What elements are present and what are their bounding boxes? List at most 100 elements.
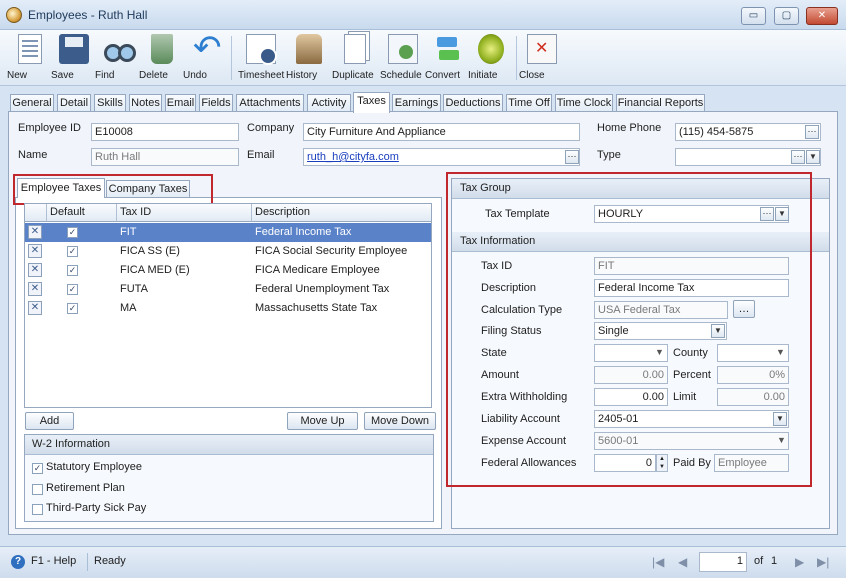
table-row[interactable]: ✕ ✓ FICA SS (E) FICA Social Security Emp… [25, 242, 431, 261]
save-button[interactable]: Save [51, 32, 97, 84]
company-label: Company [247, 122, 295, 134]
tab-time-off[interactable]: Time Off [506, 94, 552, 112]
find-icon [103, 34, 136, 64]
grid-header-description[interactable]: Description [252, 204, 431, 222]
default-checkbox[interactable]: ✓ [67, 246, 78, 257]
default-checkbox[interactable]: ✓ [67, 303, 78, 314]
new-icon [18, 34, 42, 64]
remove-row-icon[interactable]: ✕ [28, 225, 42, 239]
statutory-employee-label: Statutory Employee [46, 461, 142, 473]
tab-detail[interactable]: Detail [57, 94, 91, 112]
page-of-label: of [754, 555, 764, 567]
help-icon[interactable]: ? [11, 555, 25, 569]
company-field[interactable]: City Furniture And Appliance [303, 123, 580, 141]
page-number-field[interactable]: 1 [699, 552, 747, 572]
type-dropdown-icon[interactable]: ▼ [806, 150, 820, 164]
delete-button[interactable]: Delete [139, 32, 185, 84]
add-button[interactable]: Add [25, 412, 74, 430]
type-label: Type [597, 149, 621, 161]
employee-tax-grid: Default Tax ID Description ✕ ✓ FIT Feder… [24, 203, 432, 408]
remove-row-icon[interactable]: ✕ [28, 301, 42, 315]
tab-notes[interactable]: Notes [129, 94, 162, 112]
email-field[interactable]: ruth_h@cityfa.com [303, 148, 580, 166]
convert-button[interactable]: Convert [425, 32, 471, 84]
tax-id-cell: FIT [120, 226, 137, 238]
home-phone-label: Home Phone [597, 122, 662, 134]
tab-fields[interactable]: Fields [199, 94, 233, 112]
remove-row-icon[interactable]: ✕ [28, 263, 42, 277]
email-ellipsis-button[interactable]: ··· [565, 150, 579, 164]
description-cell: FICA Medicare Employee [255, 264, 380, 276]
retirement-plan-checkbox[interactable] [32, 484, 43, 495]
tab-skills[interactable]: Skills [94, 94, 126, 112]
third-party-sick-pay-checkbox[interactable] [32, 504, 43, 515]
tax-id-cell: MA [120, 302, 137, 314]
history-icon [296, 34, 322, 64]
new-button[interactable]: New [7, 32, 53, 84]
table-row[interactable]: ✕ ✓ MA Massachusetts State Tax [25, 299, 431, 318]
move-down-button[interactable]: Move Down [364, 412, 436, 430]
status-separator [87, 553, 88, 571]
table-row[interactable]: ✕ ✓ FIT Federal Income Tax [25, 223, 431, 242]
save-icon [59, 34, 89, 64]
grid-header-tax-id[interactable]: Tax ID [117, 204, 252, 222]
close-button[interactable]: Close [519, 32, 565, 84]
tab-general[interactable]: General [10, 94, 54, 112]
initiate-button[interactable]: Initiate [468, 32, 514, 84]
move-up-button[interactable]: Move Up [287, 412, 358, 430]
schedule-icon [388, 34, 418, 64]
window-title: Employees - Ruth Hall [28, 8, 148, 22]
previous-page-icon[interactable]: ◀ [678, 555, 687, 569]
tab-financial-reports[interactable]: Financial Reports [616, 94, 705, 112]
window-close-button[interactable]: ✕ [806, 7, 838, 25]
help-label[interactable]: F1 - Help [31, 555, 76, 567]
subtab-employee-taxes[interactable]: Employee Taxes [17, 178, 105, 198]
tab-activity[interactable]: Activity [307, 94, 351, 112]
tab-email[interactable]: Email [165, 94, 196, 112]
tab-attachments[interactable]: Attachments [236, 94, 304, 112]
tab-taxes[interactable]: Taxes [353, 92, 390, 113]
default-checkbox[interactable]: ✓ [67, 284, 78, 295]
last-page-icon[interactable]: ▶| [817, 555, 829, 569]
tab-earnings[interactable]: Earnings [392, 94, 441, 112]
type-ellipsis-button[interactable]: ··· [791, 150, 805, 164]
tax-id-cell: FUTA [120, 283, 148, 295]
remove-row-icon[interactable]: ✕ [28, 244, 42, 258]
description-cell: Federal Unemployment Tax [255, 283, 390, 295]
retirement-plan-label: Retirement Plan [46, 482, 125, 494]
third-party-sick-pay-label: Third-Party Sick Pay [46, 502, 147, 514]
first-page-icon[interactable]: |◀ [652, 555, 664, 569]
employee-id-field[interactable]: E10008 [91, 123, 239, 141]
undo-icon [191, 28, 222, 68]
toolbar-separator [516, 36, 517, 80]
maximize-button[interactable]: ▢ [774, 7, 799, 25]
next-page-icon[interactable]: ▶ [795, 555, 804, 569]
default-checkbox[interactable]: ✓ [67, 265, 78, 276]
highlight-tax-details [446, 172, 812, 487]
timesheet-button[interactable]: Timesheet [238, 32, 284, 84]
duplicate-button[interactable]: Duplicate [332, 32, 378, 84]
home-phone-field[interactable]: (115) 454-5875 [675, 123, 821, 141]
table-row[interactable]: ✕ ✓ FUTA Federal Unemployment Tax [25, 280, 431, 299]
name-label: Name [18, 149, 48, 161]
schedule-button[interactable]: Schedule [380, 32, 426, 84]
convert-icon [433, 34, 463, 64]
history-button[interactable]: History [286, 32, 332, 84]
status-text: Ready [94, 555, 126, 567]
minimize-button[interactable]: ▭ [741, 7, 766, 25]
statutory-employee-checkbox[interactable]: ✓ [32, 463, 43, 474]
tab-time-clock[interactable]: Time Clock [555, 94, 613, 112]
default-checkbox[interactable]: ✓ [67, 227, 78, 238]
grid-header-default[interactable]: Default [47, 204, 117, 222]
home-phone-ellipsis-button[interactable]: ··· [805, 125, 819, 139]
undo-button[interactable]: Undo [183, 28, 229, 84]
tax-id-cell: FICA MED (E) [120, 264, 190, 276]
description-cell: Massachusetts State Tax [255, 302, 378, 314]
table-row[interactable]: ✕ ✓ FICA MED (E) FICA Medicare Employee [25, 261, 431, 280]
employee-id-label: Employee ID [18, 122, 81, 134]
name-field[interactable]: Ruth Hall [91, 148, 239, 166]
find-button[interactable]: Find [95, 32, 141, 84]
tax-id-cell: FICA SS (E) [120, 245, 180, 257]
tab-deductions[interactable]: Deductions [443, 94, 503, 112]
remove-row-icon[interactable]: ✕ [28, 282, 42, 296]
